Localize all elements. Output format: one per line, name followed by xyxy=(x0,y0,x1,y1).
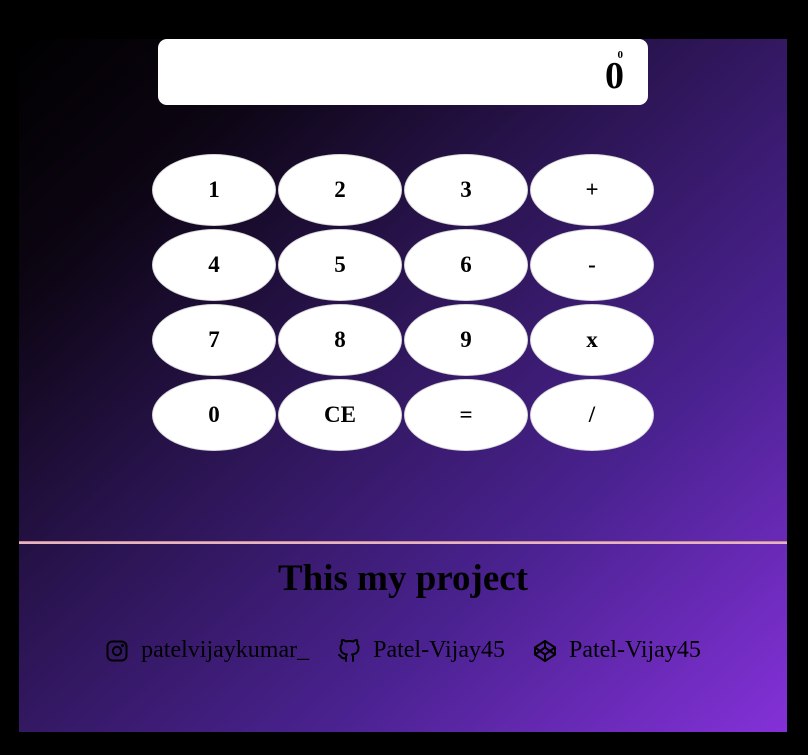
key-multiply[interactable]: x xyxy=(530,304,654,376)
key-2[interactable]: 2 xyxy=(278,154,402,226)
footer-title: This my project xyxy=(277,558,529,599)
github-link[interactable]: Patel-Vijay45 xyxy=(337,637,505,664)
key-equals[interactable]: = xyxy=(404,379,528,451)
instagram-icon xyxy=(106,640,128,661)
codepen-link[interactable]: Patel-Vijay45 xyxy=(533,637,701,664)
key-1[interactable]: 1 xyxy=(152,154,276,226)
key-clear-entry[interactable]: CE xyxy=(278,379,402,451)
key-6[interactable]: 6 xyxy=(404,229,528,301)
social-links: patelvijaykumar_ Patel-Vijay45 Patel-Vij… xyxy=(19,637,787,664)
github-icon xyxy=(338,638,360,662)
codepen-label: Patel-Vijay45 xyxy=(568,637,701,663)
key-8[interactable]: 8 xyxy=(278,304,402,376)
codepen-icon xyxy=(533,639,556,662)
key-7[interactable]: 7 xyxy=(152,304,276,376)
instagram-label: patelvijaykumar_ xyxy=(141,637,310,663)
key-plus[interactable]: + xyxy=(530,154,654,226)
github-label: Patel-Vijay45 xyxy=(373,637,505,663)
calculator-display: 0 0 xyxy=(158,39,648,105)
keypad: 1 2 3 + 4 5 6 - 7 8 9 x 0 CE = / xyxy=(152,154,656,451)
key-divide[interactable]: / xyxy=(530,379,654,451)
footer-divider xyxy=(19,541,787,544)
key-minus[interactable]: - xyxy=(530,229,654,301)
instagram-link[interactable]: patelvijaykumar_ xyxy=(105,637,309,664)
result-text: 0 xyxy=(605,55,624,97)
key-3[interactable]: 3 xyxy=(404,154,528,226)
key-9[interactable]: 9 xyxy=(404,304,528,376)
app-frame: 0 0 1 2 3 + 4 5 6 - 7 8 9 x 0 CE = / Thi… xyxy=(19,39,787,732)
key-5[interactable]: 5 xyxy=(278,229,402,301)
key-4[interactable]: 4 xyxy=(152,229,276,301)
key-0[interactable]: 0 xyxy=(152,379,276,451)
